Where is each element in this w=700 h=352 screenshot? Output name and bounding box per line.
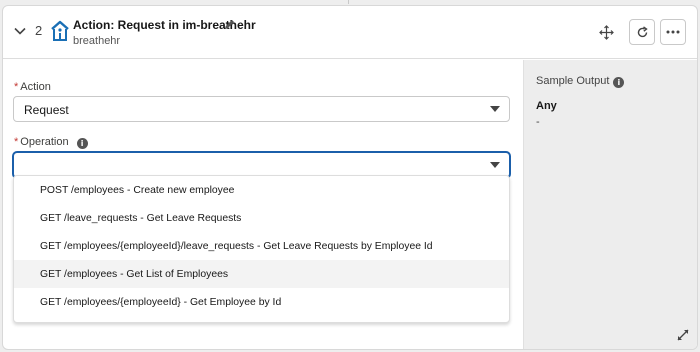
operation-dropdown: POST /employees - Create new employee GE… (13, 175, 510, 323)
top-divider (348, 0, 349, 4)
required-marker: * (14, 136, 19, 148)
caret-down-icon (490, 162, 500, 168)
dropdown-option[interactable]: POST /employees - Create new employee (14, 176, 509, 204)
dropdown-option[interactable]: GET /employees/{employeeId}/leave_reques… (14, 232, 509, 260)
step-subtitle: breathehr (73, 35, 121, 47)
more-options-button[interactable] (660, 19, 686, 45)
chevron-down-icon[interactable] (13, 24, 27, 38)
dropdown-option-highlighted[interactable]: GET /employees - Get List of Employees (14, 260, 509, 288)
sample-output-value: - (536, 116, 540, 128)
dropdown-option[interactable]: GET /employees/{employeeId} - Get Employ… (14, 288, 509, 316)
dropdown-option[interactable]: GET /leave_requests - Get Leave Requests (14, 204, 509, 232)
caret-down-icon (490, 106, 500, 112)
action-select[interactable]: Request (13, 96, 510, 122)
operation-label: * Operation i (14, 136, 88, 149)
more-icon (666, 30, 680, 34)
configuration-panel: * Action Request * Operation i POST /employ… (3, 60, 523, 349)
move-icon[interactable] (599, 25, 614, 40)
sample-output-panel: Sample Output i Any - (523, 60, 697, 349)
step-card: 2 Action: Request in im-breathehr breath… (2, 5, 698, 350)
breathehr-logo-icon (51, 20, 69, 41)
info-icon[interactable]: i (76, 138, 88, 149)
action-select-value: Request (24, 103, 69, 117)
pencil-icon[interactable] (223, 18, 236, 31)
action-label: * Action (14, 81, 51, 93)
step-number: 2 (35, 23, 43, 38)
step-header: 2 Action: Request in im-breathehr breath… (3, 6, 697, 59)
required-marker: * (14, 81, 19, 93)
sample-output-type: Any (536, 100, 557, 112)
info-icon[interactable]: i (613, 77, 625, 88)
refresh-icon (637, 25, 648, 37)
refresh-button[interactable] (629, 19, 655, 45)
sample-output-title: Sample Output i (536, 75, 625, 88)
expand-icon[interactable] (677, 329, 689, 341)
